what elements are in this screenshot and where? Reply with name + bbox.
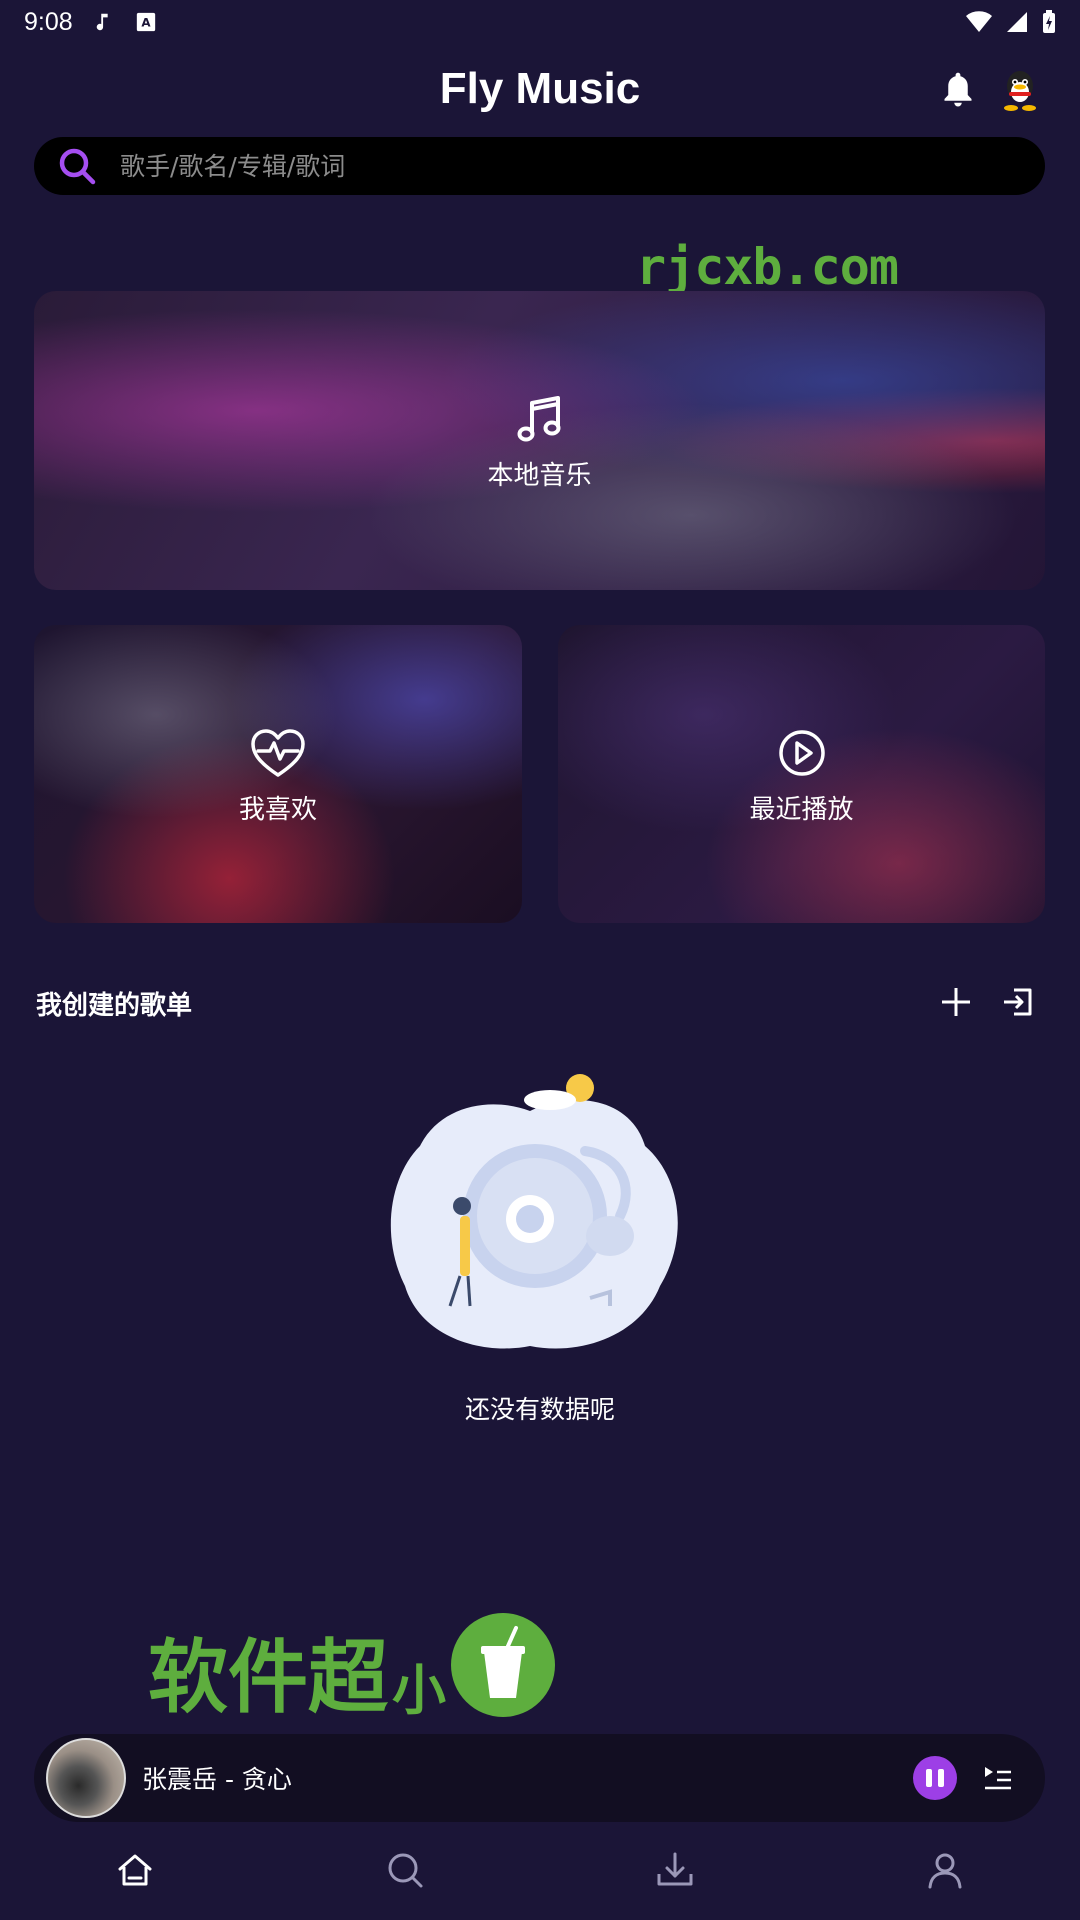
qq-avatar-icon[interactable] [1000,68,1040,112]
my-playlists-title: 我创建的歌单 [36,991,193,1021]
empty-state-text: 还没有数据呢 [464,1395,615,1424]
profile-icon[interactable] [925,1850,965,1890]
battery-charging-icon [1043,10,1055,33]
add-icon[interactable] [938,984,974,1020]
local-music-label: 本地音乐 [487,461,592,491]
wifi-icon [966,11,992,32]
pause-button[interactable] [913,1756,957,1800]
app-header: Fly Music [0,60,1080,120]
watermark-logo: 软件超 小 [148,1612,556,1718]
svg-text:A: A [141,16,151,30]
music-note-icon [96,13,108,31]
watermark-text-small: 小 [392,1659,446,1722]
import-icon[interactable] [1000,984,1036,1020]
play-circle-icon [778,729,825,776]
status-bar: 9:08 A [0,0,1080,44]
pause-bar-icon [938,1769,944,1787]
pause-bar-icon [926,1769,932,1787]
music-note-icon [517,396,560,442]
song-title: 张震岳 - 贪心 [142,1765,292,1794]
recent-played-label: 最近播放 [749,794,854,825]
recent-played-card[interactable]: 最近播放 [558,625,1045,923]
search-bar[interactable] [34,137,1045,195]
download-icon[interactable] [655,1850,695,1890]
app-title: Fly Music [439,64,641,113]
favorite-card[interactable]: 我喜欢 [34,625,522,923]
watermark-text-large: 软件超 [148,1631,388,1724]
bottom-nav [0,1840,1080,1900]
signal-icon [1007,12,1027,32]
empty-state-illustration [390,1074,678,1349]
heart-pulse-icon [251,728,305,777]
search-input[interactable] [120,151,980,181]
search-icon [59,148,96,185]
search-icon[interactable] [385,1850,425,1890]
playlist-queue-icon[interactable] [981,1761,1015,1795]
watermark-text: rjcxb.com [636,238,899,296]
home-icon[interactable] [115,1850,155,1890]
status-time: 9:08 [24,7,73,36]
favorite-label: 我喜欢 [238,794,317,825]
album-cover[interactable] [46,1738,126,1818]
mini-player[interactable]: 张震岳 - 贪心 [34,1734,1045,1822]
bell-icon[interactable] [940,70,976,110]
font-a-icon: A [136,12,155,32]
cup-icon [451,1613,555,1717]
local-music-card[interactable]: 本地音乐 [34,291,1045,590]
